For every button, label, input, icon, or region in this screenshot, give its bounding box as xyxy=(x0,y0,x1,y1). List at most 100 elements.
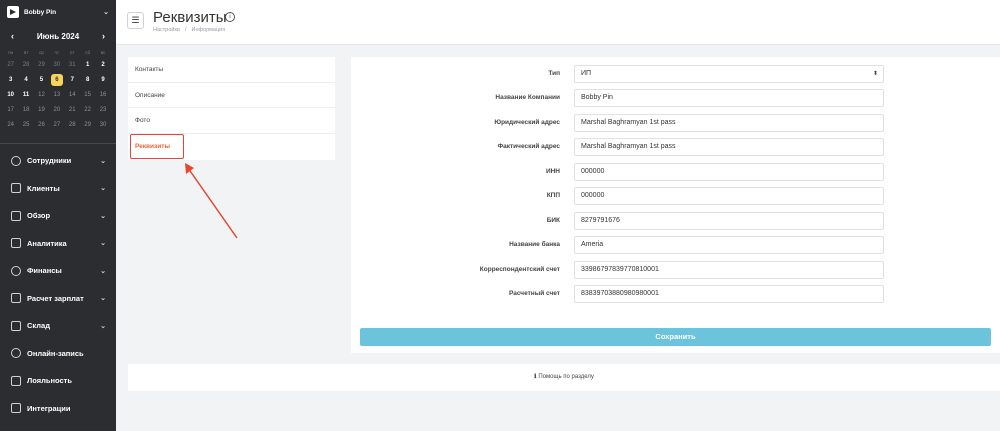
help-bar[interactable]: ℹ Помощь по разделу xyxy=(128,364,1000,391)
calendar-day[interactable]: 31 xyxy=(65,58,80,73)
calendar-day[interactable]: 28 xyxy=(18,58,33,73)
sidebar-item-integration[interactable]: Интеграции xyxy=(0,395,116,423)
calendar-day[interactable]: 19 xyxy=(34,103,49,118)
calendar-day[interactable]: 22 xyxy=(80,103,95,118)
sidebar-item-chart[interactable]: Аналитика ⌄ xyxy=(0,230,116,258)
calendar-day[interactable]: 11 xyxy=(18,88,33,103)
calendar-day[interactable]: 23 xyxy=(95,103,110,118)
calendar-day-today[interactable]: 6 xyxy=(49,73,64,88)
calendar-day[interactable]: 3 xyxy=(3,73,18,88)
calendar-grid: пн вт ср чт пт сб вс 27 28 29 30 31 1 2 3 4 5 6 7 8 9 10 11 12 1… xyxy=(0,48,116,133)
calendar-day-number: 27 xyxy=(7,62,15,68)
kpp-label: КПП xyxy=(546,192,560,199)
sidebar-item-grid[interactable]: Обзор ⌄ xyxy=(0,202,116,230)
breadcrumb-separator: / xyxy=(184,27,187,33)
bank-name-label: Название банка xyxy=(509,241,560,248)
calendar-day[interactable]: 21 xyxy=(65,103,80,118)
calendar-day[interactable]: 25 xyxy=(18,118,33,133)
calendar-day[interactable]: 7 xyxy=(65,73,80,88)
sidebar-item-label: Склад xyxy=(27,321,50,331)
calendar-day[interactable]: 27 xyxy=(3,58,18,73)
calendar-day[interactable]: 8 xyxy=(80,73,95,88)
calendar-day[interactable]: 16 xyxy=(95,88,110,103)
sidebar-item-label: Финансы xyxy=(27,266,62,276)
correspondent-account-input[interactable]: 33986797839770810001 xyxy=(574,260,884,279)
settlement-account-input[interactable]: 83839703880980980001 xyxy=(574,285,884,303)
breadcrumb-information: Информация xyxy=(191,27,226,33)
calendar-day[interactable]: 2 xyxy=(95,58,110,73)
calendar-day[interactable]: 27 xyxy=(49,118,64,133)
tab-photo[interactable]: Фото xyxy=(128,108,335,134)
menu-toggle-button[interactable]: ☰ xyxy=(127,12,144,29)
form-row-bik: БИК 8279791676 xyxy=(351,211,1000,230)
calendar-day[interactable]: 26 xyxy=(34,118,49,133)
bank-name-input[interactable]: Ameria xyxy=(574,236,884,254)
sidebar-item-user[interactable]: Сотрудники ⌄ xyxy=(0,147,116,175)
info-icon[interactable]: i xyxy=(225,12,235,22)
legal-address-input[interactable]: Marshal Baghramyan 1st pass xyxy=(574,113,884,132)
sidebar-item-box[interactable]: Склад ⌄ xyxy=(0,312,116,340)
calendar-day[interactable]: 24 xyxy=(3,118,18,133)
calendar-day-number: 19 xyxy=(38,107,45,113)
calendar-day-number: 26 xyxy=(38,122,45,128)
sidebar-item-users[interactable]: Клиенты ⌄ xyxy=(0,175,116,203)
legal-address-label: Юридический адрес xyxy=(494,118,560,126)
bik-label: БИК xyxy=(546,216,560,224)
calendar-day[interactable]: 14 xyxy=(65,88,80,103)
actual-address-label: Фактический адрес xyxy=(497,143,560,150)
calendar-day-number: 15 xyxy=(84,92,91,98)
calendar-prev-button[interactable]: ‹ xyxy=(11,31,14,41)
calendar-day[interactable]: 30 xyxy=(49,58,64,73)
tab-contacts[interactable]: Контакты xyxy=(128,57,335,83)
calendar-day[interactable]: 20 xyxy=(49,103,64,118)
calendar-day-number: 3 xyxy=(9,77,13,83)
sidebar-item-percent[interactable]: Лояльность xyxy=(0,367,116,395)
calendar-day[interactable]: 13 xyxy=(49,88,64,103)
type-select[interactable]: ИП ⬍ xyxy=(574,65,884,83)
calendar-day[interactable]: 9 xyxy=(95,73,110,88)
calendar-day[interactable]: 17 xyxy=(3,103,18,118)
sidebar-item-dollar[interactable]: Финансы ⌄ xyxy=(0,257,116,285)
chevron-down-icon: ⌄ xyxy=(100,267,106,275)
calendar-day-number: 14 xyxy=(68,92,76,98)
inn-label: ИНН xyxy=(545,167,560,175)
calendar-day[interactable]: 12 xyxy=(34,88,49,103)
company-switcher[interactable]: Bobby Pin ⌄ xyxy=(0,0,116,24)
calendar-weekday: пн xyxy=(8,50,14,55)
chevron-down-icon: ⌄ xyxy=(103,9,109,16)
calendar-day-number: 29 xyxy=(84,122,91,128)
page-title: Реквизиты xyxy=(153,9,227,26)
calendar-day-number: 31 xyxy=(68,62,76,68)
calendar-day[interactable]: 30 xyxy=(95,118,110,133)
form-row-settlement-account: Расчетный счет 83839703880980980001 xyxy=(351,285,1000,303)
calendar-day[interactable]: 29 xyxy=(34,58,49,73)
breadcrumb-settings[interactable]: Настройки xyxy=(153,27,180,33)
sidebar-item-wallet[interactable]: Расчет зарплат ⌄ xyxy=(0,285,116,313)
actual-address-input[interactable]: Marshal Baghramyan 1st pass xyxy=(574,138,884,156)
save-button[interactable]: Сохранить xyxy=(360,328,991,346)
type-label: Тип xyxy=(548,70,560,77)
form-row-company-name: Название Компании Bobby Pin xyxy=(351,89,1000,107)
calendar-day[interactable]: 15 xyxy=(80,88,95,103)
form-row-inn: ИНН 000000 xyxy=(351,162,1000,181)
calendar-day[interactable]: 28 xyxy=(65,118,80,133)
sidebar-item-globe[interactable]: Онлайн-запись xyxy=(0,340,116,368)
calendar-next-button[interactable]: › xyxy=(102,31,105,41)
calendar-day[interactable]: 4 xyxy=(18,73,33,88)
calendar-day[interactable]: 1 xyxy=(80,58,95,73)
calendar-day-number: 10 xyxy=(7,92,15,98)
tab-highlight-annotation xyxy=(130,134,184,159)
tab-description[interactable]: Описание xyxy=(128,83,335,108)
calendar-day[interactable]: 18 xyxy=(18,103,33,118)
help-label: Помощь по разделу xyxy=(538,374,594,380)
form-row-type: Тип ИП ⬍ xyxy=(351,65,1000,83)
inn-input[interactable]: 000000 xyxy=(574,162,884,181)
company-name-input[interactable]: Bobby Pin xyxy=(574,89,884,107)
bik-input[interactable]: 8279791676 xyxy=(574,211,884,230)
calendar-day[interactable]: 5 xyxy=(34,73,49,88)
calendar-weekday: чт xyxy=(54,50,60,55)
calendar-day[interactable]: 29 xyxy=(80,118,95,133)
chevron-down-icon: ⌄ xyxy=(100,322,106,330)
kpp-input[interactable]: 000000 xyxy=(574,187,884,205)
calendar-day[interactable]: 10 xyxy=(3,88,18,103)
